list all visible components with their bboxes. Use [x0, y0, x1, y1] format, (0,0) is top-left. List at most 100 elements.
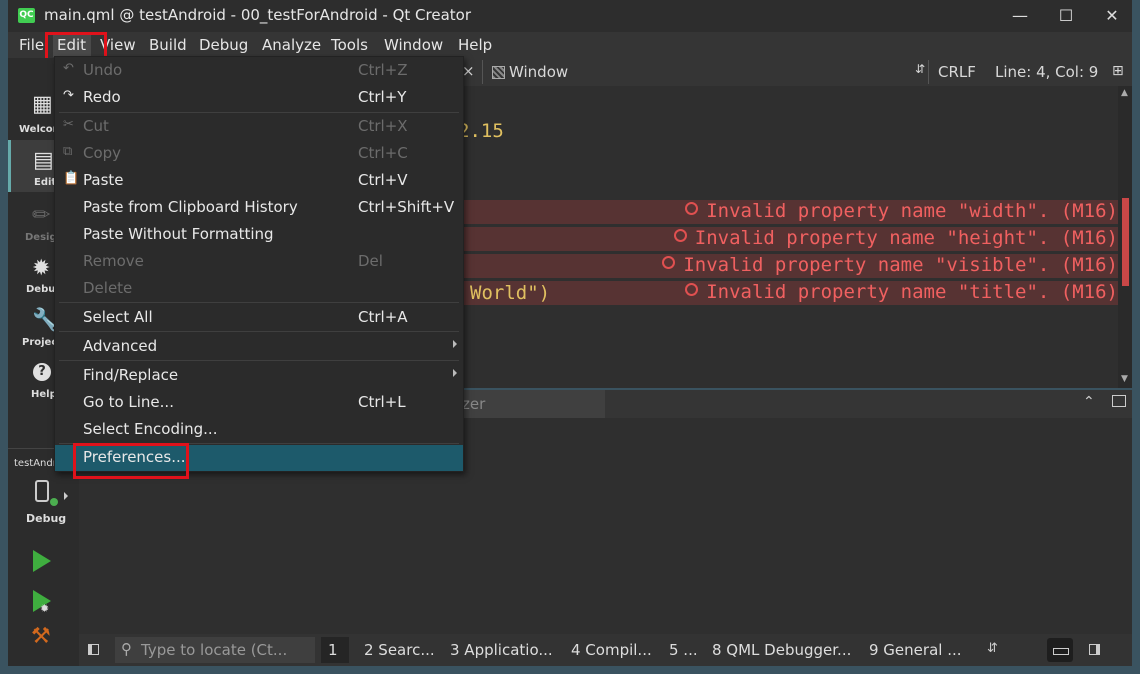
- toggle-sidebar-icon[interactable]: [88, 644, 99, 655]
- error-circle-icon: [662, 256, 676, 269]
- menu-item-paste[interactable]: 📋 Paste Ctrl+V: [55, 168, 463, 194]
- menu-window[interactable]: Window: [384, 36, 443, 54]
- document-icon: ▤: [33, 148, 54, 173]
- window-title: main.qml @ testAndroid - 00_testForAndro…: [44, 6, 472, 24]
- output-tab-compile[interactable]: 4 Compil...: [571, 641, 652, 659]
- editor-toolbar: × Window ⇵ CRLF Line: 4, Col: 9 ⊞: [462, 58, 1132, 86]
- menu-item-paste-from-history[interactable]: Paste from Clipboard History Ctrl+Shift+…: [55, 195, 463, 221]
- menu-item-undo[interactable]: ↶ Undo Ctrl+Z: [55, 58, 463, 84]
- minimize-button[interactable]: —: [997, 0, 1043, 32]
- menu-item-label: Find/Replace: [83, 366, 179, 384]
- menu-item-label: Advanced: [83, 337, 158, 355]
- menu-item-label: Cut: [83, 117, 109, 135]
- output-tab-general[interactable]: 9 General ...: [869, 641, 962, 659]
- menu-item-shortcut: Del: [358, 252, 383, 270]
- android-device-icon: [35, 480, 49, 502]
- locator-placeholder: Type to locate (Ct...: [141, 641, 288, 659]
- tabs-dropdown-icon[interactable]: ⇵: [987, 641, 998, 656]
- menu-item-remove[interactable]: Remove Del: [55, 249, 463, 275]
- undo-icon: ↶: [63, 61, 74, 76]
- code-line-import: 2.15: [458, 120, 504, 142]
- target-expand-arrow-icon: [64, 492, 68, 500]
- scroll-down-icon[interactable]: ▼: [1121, 374, 1128, 384]
- title-bar: QC main.qml @ testAndroid - 00_testForAn…: [8, 0, 1132, 32]
- edit-menu-dropdown: ↶ Undo Ctrl+Z ↷ Redo Ctrl+Y ✂ Cut Ctrl+X…: [54, 56, 464, 472]
- error-circle-icon: [673, 229, 687, 242]
- output-tab-application[interactable]: 3 Applicatio...: [450, 641, 553, 659]
- submenu-arrow-icon: [453, 369, 457, 377]
- error-circle-icon: [685, 202, 699, 215]
- close-pane-icon[interactable]: [1112, 395, 1126, 407]
- scroll-up-icon[interactable]: ▲: [1121, 88, 1128, 98]
- toggle-right-sidebar-icon[interactable]: [1089, 644, 1100, 655]
- locator-input[interactable]: ⚲ Type to locate (Ct...: [115, 637, 315, 663]
- menu-separator: [59, 331, 459, 332]
- menu-item-shortcut: Ctrl+Z: [358, 61, 408, 79]
- symbol-type-icon: [492, 66, 505, 79]
- menu-item-go-to-line[interactable]: Go to Line... Ctrl+L: [55, 390, 463, 416]
- output-filter-field[interactable]: zer: [459, 390, 605, 418]
- menu-item-delete[interactable]: Delete: [55, 276, 463, 302]
- menu-item-select-encoding[interactable]: Select Encoding...: [55, 417, 463, 443]
- run-icon[interactable]: [33, 550, 51, 572]
- output-tab-issues[interactable]: 1: [328, 641, 338, 659]
- error-annotation: Invalid property name "title". (M16): [685, 281, 1118, 303]
- menu-item-label: Paste from Clipboard History: [83, 198, 298, 216]
- menu-item-shortcut: Ctrl+C: [358, 144, 408, 162]
- close-window-button[interactable]: ✕: [1089, 0, 1135, 32]
- progress-icon: [1053, 648, 1069, 655]
- output-tab-5[interactable]: 5 ...: [669, 641, 698, 659]
- menu-item-label: Paste Without Formatting: [83, 225, 274, 243]
- maximize-pane-icon[interactable]: ⌃: [1083, 394, 1095, 410]
- menu-item-label: Undo: [83, 61, 123, 79]
- cursor-position[interactable]: Line: 4, Col: 9: [995, 63, 1098, 81]
- toolbar-divider: [928, 60, 929, 84]
- qt-creator-logo-icon: QC: [18, 8, 35, 23]
- target-selector[interactable]: Debug: [8, 476, 79, 528]
- menu-item-cut[interactable]: ✂ Cut Ctrl+X: [55, 114, 463, 140]
- menu-file[interactable]: File: [19, 36, 44, 54]
- output-tab-qml-debugger[interactable]: 8 QML Debugger...: [712, 641, 851, 659]
- error-text: Invalid property name "visible". (M16): [683, 254, 1118, 276]
- symbol-dropdown-icon[interactable]: ⇵: [915, 62, 925, 76]
- menu-separator: [59, 360, 459, 361]
- build-hammer-icon[interactable]: ⚒: [31, 624, 51, 649]
- menu-item-advanced[interactable]: Advanced: [55, 334, 463, 360]
- toolbar-divider: [482, 60, 483, 84]
- error-annotation: Invalid property name "height". (M16): [673, 227, 1118, 249]
- menu-build[interactable]: Build: [149, 36, 187, 54]
- editor-scrollbar[interactable]: ▲ ▼: [1118, 86, 1132, 388]
- bug-icon: ✹: [32, 256, 51, 281]
- copy-icon: ⧉: [63, 144, 73, 159]
- split-editor-icon[interactable]: ⊞: [1112, 63, 1124, 79]
- menu-item-select-all[interactable]: Select All Ctrl+A: [55, 305, 463, 331]
- menu-analyze[interactable]: Analyze: [262, 36, 321, 54]
- mode-edit-label: Edit: [34, 177, 57, 188]
- menu-tools[interactable]: Tools: [331, 36, 368, 54]
- error-annotation: Invalid property name "visible". (M16): [662, 254, 1118, 276]
- menu-item-find-replace[interactable]: Find/Replace: [55, 363, 463, 389]
- mode-help-label: Help: [31, 389, 57, 400]
- status-bar: ⚲ Type to locate (Ct... 1 2 Searc... 3 A…: [79, 634, 1132, 666]
- maximize-button[interactable]: ☐: [1043, 0, 1089, 32]
- line-ending-selector[interactable]: CRLF: [938, 63, 976, 81]
- menu-item-shortcut: Ctrl+A: [358, 308, 408, 326]
- annotation-box-preferences: [73, 443, 189, 479]
- menu-item-redo[interactable]: ↷ Redo Ctrl+Y: [55, 85, 463, 111]
- menu-item-shortcut: Ctrl+Y: [358, 88, 407, 106]
- scrollbar-error-marker: [1122, 198, 1129, 286]
- active-mode-indicator: [8, 140, 11, 192]
- menu-debug[interactable]: Debug: [199, 36, 248, 54]
- progress-details-button[interactable]: [1047, 638, 1073, 662]
- error-text: Invalid property name "title". (M16): [706, 281, 1118, 303]
- menu-item-shortcut: Ctrl+Shift+V: [358, 198, 455, 216]
- menu-separator: [59, 112, 459, 113]
- menu-item-paste-without-formatting[interactable]: Paste Without Formatting: [55, 222, 463, 248]
- menu-item-shortcut: Ctrl+X: [358, 117, 408, 135]
- output-tab-search[interactable]: 2 Searc...: [364, 641, 435, 659]
- menu-help[interactable]: Help: [458, 36, 492, 54]
- symbol-selector[interactable]: Window: [509, 63, 568, 81]
- menu-item-label: Redo: [83, 88, 121, 106]
- menu-item-copy[interactable]: ⧉ Copy Ctrl+C: [55, 141, 463, 167]
- error-circle-icon: [685, 283, 699, 296]
